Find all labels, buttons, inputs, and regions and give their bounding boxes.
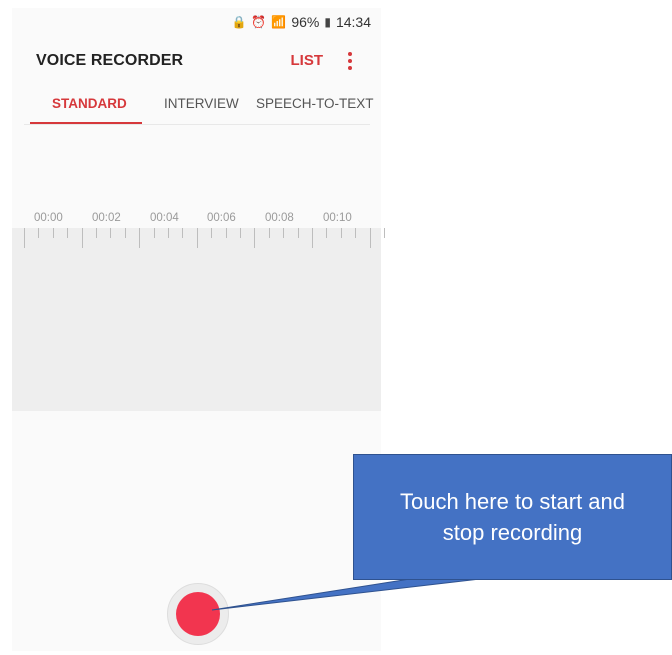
time-label: 00:08 [265, 212, 294, 224]
time-label: 00:02 [92, 212, 121, 224]
ruler-tick [168, 228, 169, 238]
time-label: 00:10 [323, 212, 352, 224]
ruler-tick [312, 228, 313, 248]
ruler-tick [153, 228, 155, 238]
more-options-icon[interactable] [343, 48, 357, 74]
record-button[interactable] [176, 592, 220, 636]
ruler-tick [81, 228, 83, 248]
list-button[interactable]: LIST [291, 52, 324, 69]
battery-percent: 96% [291, 14, 320, 30]
ruler-tick [110, 228, 112, 238]
ruler-tick [369, 228, 371, 248]
ruler-tick [52, 228, 54, 238]
alarm-icon: ⏰ [251, 15, 267, 29]
ruler-tick [355, 228, 357, 238]
callout-text-line2: stop recording [442, 520, 583, 545]
record-button-ring[interactable] [167, 583, 229, 645]
time-label: 00:04 [150, 212, 179, 224]
ruler-tick [384, 228, 385, 238]
ruler-tick [67, 228, 69, 238]
callout-text-line1: Touch here to start and [399, 489, 626, 514]
timeline-ruler [12, 228, 385, 250]
app-title: VOICE RECORDER [36, 52, 184, 69]
time-label: 00:00 [34, 212, 63, 224]
ruler-tick [211, 228, 213, 238]
lock-icon: 🔒 [231, 15, 247, 29]
waveform-area [12, 228, 381, 411]
ruler-tick [38, 228, 40, 238]
battery-icon: ▮ [324, 15, 331, 29]
ruler-tick [124, 228, 126, 238]
active-tab-indicator [30, 122, 142, 124]
wifi-icon: 📶 [271, 15, 287, 29]
ruler-tick [225, 228, 227, 238]
ruler-tick [139, 228, 141, 248]
tab-interview[interactable]: INTERVIEW [164, 96, 239, 111]
phone-screen: 🔒 ⏰ 📶 96% ▮ 14:34 VOICE RECORDER LIST ST… [12, 8, 385, 651]
ruler-tick [24, 228, 25, 248]
ruler-tick [182, 228, 184, 238]
callout-box: Touch here to start and stop recording [353, 454, 672, 580]
tab-speech-to-text[interactable]: SPEECH-TO-TEXT [256, 96, 374, 111]
timeline-labels: 00:00 00:02 00:04 00:06 00:08 00:10 [34, 212, 374, 226]
ruler-tick [268, 228, 270, 238]
ruler-tick [283, 228, 285, 238]
ruler-tick [240, 228, 241, 238]
time-label: 00:06 [207, 212, 236, 224]
ruler-tick [326, 228, 328, 238]
mode-tabs: STANDARD INTERVIEW SPEECH-TO-TEXT [24, 90, 374, 125]
clock: 14:34 [335, 14, 371, 30]
status-bar: 🔒 ⏰ 📶 96% ▮ 14:34 [231, 12, 371, 32]
ruler-tick [196, 228, 198, 248]
ruler-tick [96, 228, 97, 238]
ruler-tick [297, 228, 299, 238]
ruler-tick [340, 228, 342, 238]
ruler-tick [254, 228, 256, 248]
tab-standard[interactable]: STANDARD [52, 96, 127, 111]
